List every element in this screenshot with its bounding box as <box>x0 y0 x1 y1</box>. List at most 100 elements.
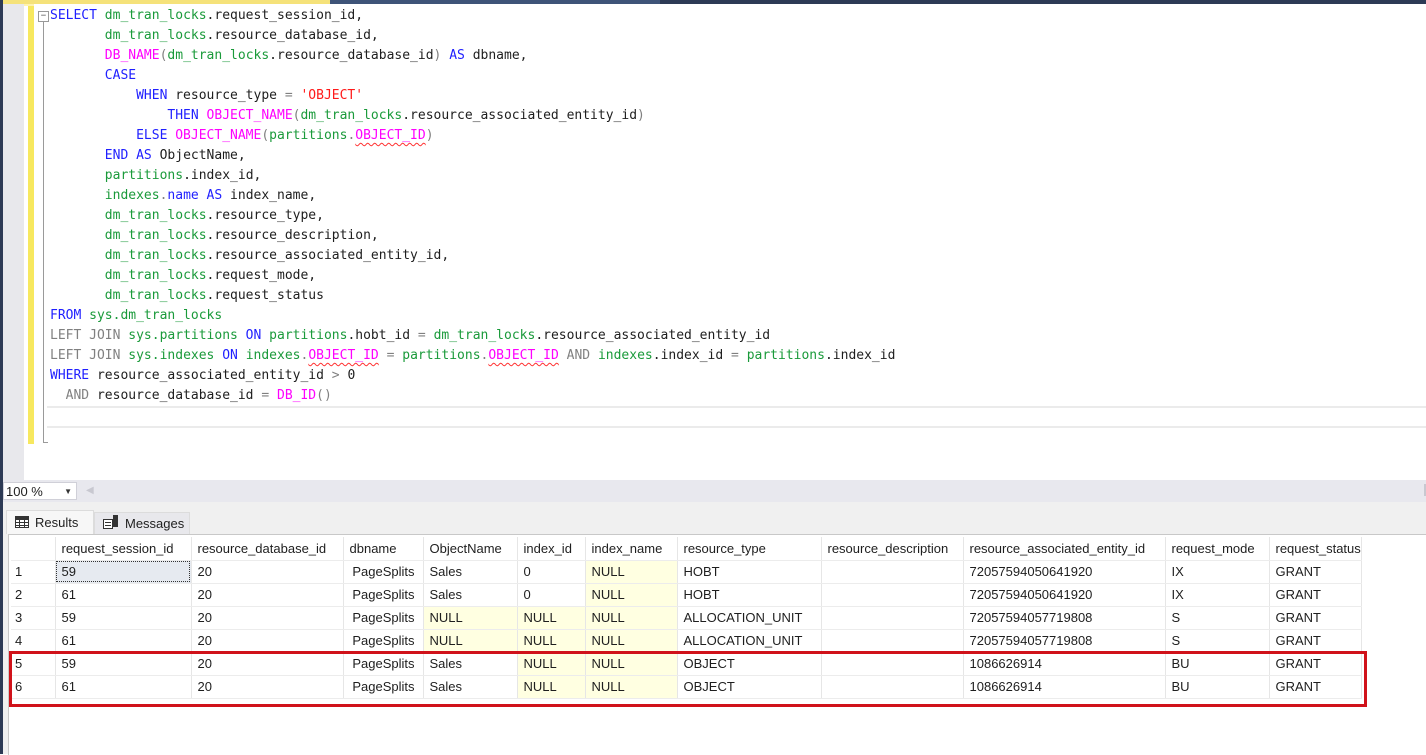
cell-resource-description[interactable] <box>821 583 964 607</box>
code-line[interactable]: AND resource_database_id = DB_ID() <box>50 386 895 406</box>
cell-index-name[interactable]: NULL <box>585 560 678 584</box>
code-line[interactable]: dm_tran_locks.resource_associated_entity… <box>50 246 895 266</box>
code-line[interactable]: partitions.index_id, <box>50 166 895 186</box>
cell-resource-description[interactable] <box>821 629 964 653</box>
code-line[interactable]: LEFT JOIN sys.indexes ON indexes.OBJECT_… <box>50 346 895 366</box>
code-line[interactable]: dm_tran_locks.request_status <box>50 286 895 306</box>
column-header-index-name[interactable]: index_name <box>585 537 678 561</box>
column-header-dbname[interactable]: dbname <box>343 537 424 561</box>
cell-index-name[interactable]: NULL <box>585 629 678 653</box>
cell-index-id[interactable]: NULL <box>517 652 586 676</box>
code-line[interactable]: SELECT dm_tran_locks.request_session_id, <box>50 6 895 26</box>
cell-resource-type[interactable]: ALLOCATION_UNIT <box>677 629 822 653</box>
cell-request-mode[interactable]: S <box>1165 629 1270 653</box>
table-row[interactable]: 3 59 20 PageSplits NULL NULL NULL ALLOCATION_UN… <box>11 606 1362 630</box>
code-line[interactable]: CASE <box>50 66 895 86</box>
column-header-request-session-id[interactable]: request_session_id <box>55 537 192 561</box>
cell-dbname[interactable]: PageSplits <box>343 675 424 699</box>
grid-corner[interactable] <box>11 537 56 561</box>
cell-resource-database-id[interactable]: 20 <box>191 606 344 630</box>
row-number[interactable]: 4 <box>11 629 56 653</box>
cell-request-status[interactable]: GRANT <box>1269 652 1362 676</box>
code-line[interactable]: THEN OBJECT_NAME(dm_tran_locks.resource_… <box>50 106 895 126</box>
cell-index-id[interactable]: NULL <box>517 629 586 653</box>
cell-index-name[interactable]: NULL <box>585 583 678 607</box>
cell-request-status[interactable]: GRANT <box>1269 560 1362 584</box>
cell-resource-associated-entity-id[interactable]: 72057594057719808 <box>963 606 1166 630</box>
cell-resource-type[interactable]: OBJECT <box>677 675 822 699</box>
cell-resource-description[interactable] <box>821 652 964 676</box>
cell-resource-description[interactable] <box>821 560 964 584</box>
cell-resource-type[interactable]: HOBT <box>677 560 822 584</box>
cell-resource-type[interactable]: OBJECT <box>677 652 822 676</box>
column-header-request-status[interactable]: request_status <box>1269 537 1362 561</box>
cell-request-session-id[interactable]: 61 <box>55 629 192 653</box>
column-header-resource-description[interactable]: resource_description <box>821 537 964 561</box>
collapse-icon[interactable]: − <box>38 11 49 22</box>
column-header-objectname[interactable]: ObjectName <box>423 537 518 561</box>
row-number[interactable]: 5 <box>11 652 56 676</box>
table-row[interactable]: 4 61 20 PageSplits NULL NULL NULL ALLOCATION_UN… <box>11 629 1362 653</box>
cell-request-status[interactable]: GRANT <box>1269 583 1362 607</box>
cell-resource-database-id[interactable]: 20 <box>191 629 344 653</box>
code-line[interactable]: DB_NAME(dm_tran_locks.resource_database_… <box>50 46 895 66</box>
cell-request-session-id[interactable]: 59 <box>55 560 192 584</box>
cell-request-mode[interactable]: S <box>1165 606 1270 630</box>
code-line[interactable]: WHEN resource_type = 'OBJECT' <box>50 86 895 106</box>
cell-objectname[interactable]: NULL <box>423 606 518 630</box>
code-line[interactable]: WHERE resource_associated_entity_id > 0 <box>50 366 895 386</box>
cell-index-id[interactable]: NULL <box>517 675 586 699</box>
code-line[interactable]: dm_tran_locks.request_mode, <box>50 266 895 286</box>
results-grid[interactable]: request_session_id resource_database_id db… <box>8 534 1426 755</box>
cell-objectname[interactable]: Sales <box>423 652 518 676</box>
scroll-left-icon[interactable]: ◀ <box>86 485 94 496</box>
column-header-index-id[interactable]: index_id <box>517 537 586 561</box>
cell-objectname[interactable]: Sales <box>423 675 518 699</box>
column-header-resource-type[interactable]: resource_type <box>677 537 822 561</box>
cell-dbname[interactable]: PageSplits <box>343 629 424 653</box>
cell-resource-type[interactable]: ALLOCATION_UNIT <box>677 606 822 630</box>
cell-index-name[interactable]: NULL <box>585 675 678 699</box>
code-line[interactable]: LEFT JOIN sys.partitions ON partitions.h… <box>50 326 895 346</box>
sql-code[interactable]: SELECT dm_tran_locks.request_session_id,… <box>50 6 895 406</box>
cell-index-name[interactable]: NULL <box>585 652 678 676</box>
code-line[interactable]: FROM sys.dm_tran_locks <box>50 306 895 326</box>
row-number[interactable]: 6 <box>11 675 56 699</box>
cell-resource-database-id[interactable]: 20 <box>191 560 344 584</box>
cell-dbname[interactable]: PageSplits <box>343 606 424 630</box>
code-line[interactable]: dm_tran_locks.resource_type, <box>50 206 895 226</box>
cell-index-id[interactable]: 0 <box>517 583 586 607</box>
code-line[interactable]: dm_tran_locks.resource_description, <box>50 226 895 246</box>
zoom-dropdown[interactable]: 100 % ▼ <box>3 482 77 500</box>
cell-request-status[interactable]: GRANT <box>1269 606 1362 630</box>
cell-request-mode[interactable]: IX <box>1165 583 1270 607</box>
column-header-resource-associated-entity-id[interactable]: resource_associated_entity_id <box>963 537 1166 561</box>
cell-resource-associated-entity-id[interactable]: 72057594050641920 <box>963 583 1166 607</box>
cell-request-session-id[interactable]: 59 <box>55 652 192 676</box>
cell-index-id[interactable]: NULL <box>517 606 586 630</box>
tab-results[interactable]: Results <box>6 510 94 534</box>
cell-objectname[interactable]: NULL <box>423 629 518 653</box>
cell-dbname[interactable]: PageSplits <box>343 560 424 584</box>
cell-resource-database-id[interactable]: 20 <box>191 675 344 699</box>
cell-resource-description[interactable] <box>821 606 964 630</box>
cell-objectname[interactable]: Sales <box>423 583 518 607</box>
cell-objectname[interactable]: Sales <box>423 560 518 584</box>
cell-request-mode[interactable]: IX <box>1165 560 1270 584</box>
code-line[interactable]: indexes.name AS index_name, <box>50 186 895 206</box>
cell-request-mode[interactable]: BU <box>1165 675 1270 699</box>
cell-index-id[interactable]: 0 <box>517 560 586 584</box>
cell-resource-type[interactable]: HOBT <box>677 583 822 607</box>
table-row[interactable]: 2 61 20 PageSplits Sales 0 NULL HOBT 72057594050… <box>11 583 1362 607</box>
cell-request-session-id[interactable]: 61 <box>55 675 192 699</box>
table-row[interactable]: 1 59 20 PageSplits Sales 0 NULL HOBT 72057594050… <box>11 560 1362 584</box>
cell-dbname[interactable]: PageSplits <box>343 652 424 676</box>
row-number[interactable]: 3 <box>11 606 56 630</box>
table-row[interactable]: 5 59 20 PageSplits Sales NULL NULL OBJECT 108662… <box>11 652 1362 676</box>
cell-request-status[interactable]: GRANT <box>1269 675 1362 699</box>
cell-request-mode[interactable]: BU <box>1165 652 1270 676</box>
cell-request-session-id[interactable]: 59 <box>55 606 192 630</box>
cell-dbname[interactable]: PageSplits <box>343 583 424 607</box>
cell-request-status[interactable]: GRANT <box>1269 629 1362 653</box>
row-number[interactable]: 1 <box>11 560 56 584</box>
